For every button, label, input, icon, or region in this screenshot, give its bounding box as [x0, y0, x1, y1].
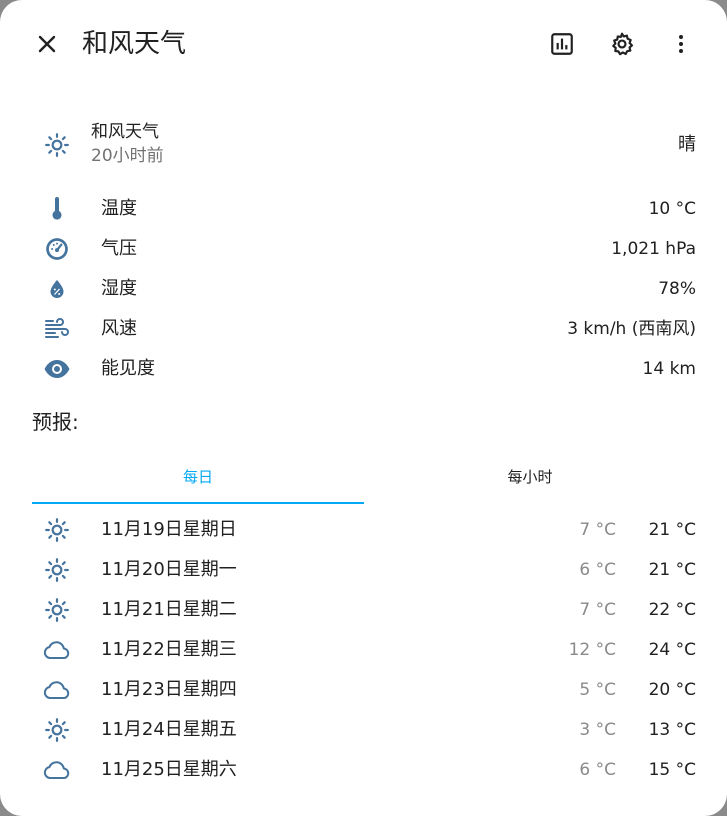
- attribute-value: 14 km: [642, 359, 696, 379]
- attribute-pressure: 气压 1,021 hPa: [0, 229, 727, 269]
- attribute-visibility: 能见度 14 km: [0, 349, 727, 389]
- close-button[interactable]: [27, 24, 67, 64]
- state-name: 和风天气: [91, 122, 159, 142]
- more-menu-button[interactable]: [661, 24, 701, 64]
- forecast-date: 11月20日星期一: [101, 559, 237, 580]
- tab-indicator: [32, 502, 364, 504]
- sunny-icon: [37, 596, 77, 624]
- forecast-date: 11月23日星期四: [101, 679, 237, 700]
- attribute-label: 能见度: [101, 358, 155, 379]
- forecast-date: 11月21日星期二: [101, 599, 237, 620]
- forecast-high-temp: 21 °C: [648, 520, 696, 540]
- thermometer-icon: [37, 195, 77, 223]
- attribute-humidity: 湿度 78%: [0, 269, 727, 309]
- forecast-row: 11月21日星期二 7 °C 22 °C: [0, 590, 727, 630]
- gear-icon: [612, 32, 634, 56]
- forecast-low-temp: 6 °C: [579, 560, 616, 580]
- settings-button[interactable]: [602, 24, 642, 64]
- water-percent-icon: [37, 275, 77, 303]
- cloudy-icon: [37, 636, 77, 664]
- forecast-low-temp: 5 °C: [579, 680, 616, 700]
- forecast-row: 11月20日星期一 6 °C 21 °C: [0, 550, 727, 590]
- forecast-low-temp: 12 °C: [568, 640, 616, 660]
- forecast-row: 11月24日星期五 3 °C 13 °C: [0, 710, 727, 750]
- attribute-label: 温度: [101, 198, 137, 219]
- cloudy-icon: [37, 676, 77, 704]
- dialog-title: 和风天气: [82, 29, 187, 59]
- dialog-header: 和风天气: [0, 0, 727, 90]
- chart-box-icon: [551, 33, 573, 55]
- forecast-title: 预报:: [32, 410, 79, 434]
- sunny-icon: [37, 556, 77, 584]
- forecast-date: 11月22日星期三: [101, 639, 237, 660]
- attribute-value: 1,021 hPa: [611, 239, 696, 259]
- forecast-tabs: 每日 每小时: [32, 450, 696, 506]
- forecast-low-temp: 6 °C: [579, 760, 616, 780]
- close-icon: [38, 35, 56, 53]
- gauge-icon: [37, 235, 77, 263]
- forecast-high-temp: 21 °C: [648, 560, 696, 580]
- forecast-row: 11月23日星期四 5 °C 20 °C: [0, 670, 727, 710]
- tab-daily[interactable]: 每日: [32, 450, 364, 502]
- history-button[interactable]: [542, 24, 582, 64]
- eye-icon: [37, 355, 77, 383]
- attribute-label: 气压: [101, 238, 137, 259]
- sunny-icon: [37, 516, 77, 544]
- forecast-high-temp: 24 °C: [648, 640, 696, 660]
- sunny-icon: [37, 716, 77, 744]
- forecast-high-temp: 13 °C: [648, 720, 696, 740]
- forecast-date: 11月24日星期五: [101, 719, 237, 740]
- forecast-date: 11月25日星期六: [101, 759, 237, 780]
- attribute-label: 风速: [101, 318, 137, 339]
- attribute-value: 10 °C: [648, 199, 696, 219]
- sunny-icon: [37, 131, 77, 159]
- attribute-value: 78%: [658, 279, 696, 299]
- attribute-temperature: 温度 10 °C: [0, 189, 727, 229]
- forecast-row: 11月25日星期六 6 °C 15 °C: [0, 750, 727, 790]
- attribute-value: 3 km/h (西南风): [567, 319, 696, 339]
- forecast-high-temp: 22 °C: [648, 600, 696, 620]
- forecast-low-temp: 3 °C: [579, 720, 616, 740]
- cloudy-icon: [37, 756, 77, 784]
- forecast-date: 11月19日星期日: [101, 519, 237, 540]
- attribute-label: 湿度: [101, 278, 137, 299]
- weather-windy-icon: [37, 315, 77, 343]
- more-info-dialog: 和风天气 和风天气 20小时前 晴 温度 10 °C 气压 1,021 hPa …: [0, 0, 727, 816]
- state-condition: 晴: [678, 134, 696, 155]
- forecast-high-temp: 20 °C: [648, 680, 696, 700]
- state-last-changed: 20小时前: [91, 146, 164, 166]
- forecast-high-temp: 15 °C: [648, 760, 696, 780]
- dots-vertical-icon: [679, 35, 683, 53]
- tab-hourly[interactable]: 每小时: [364, 450, 696, 502]
- forecast-low-temp: 7 °C: [579, 600, 616, 620]
- forecast-low-temp: 7 °C: [579, 520, 616, 540]
- attribute-wind-speed: 风速 3 km/h (西南风): [0, 309, 727, 349]
- forecast-row: 11月19日星期日 7 °C 21 °C: [0, 510, 727, 550]
- forecast-row: 11月22日星期三 12 °C 24 °C: [0, 630, 727, 670]
